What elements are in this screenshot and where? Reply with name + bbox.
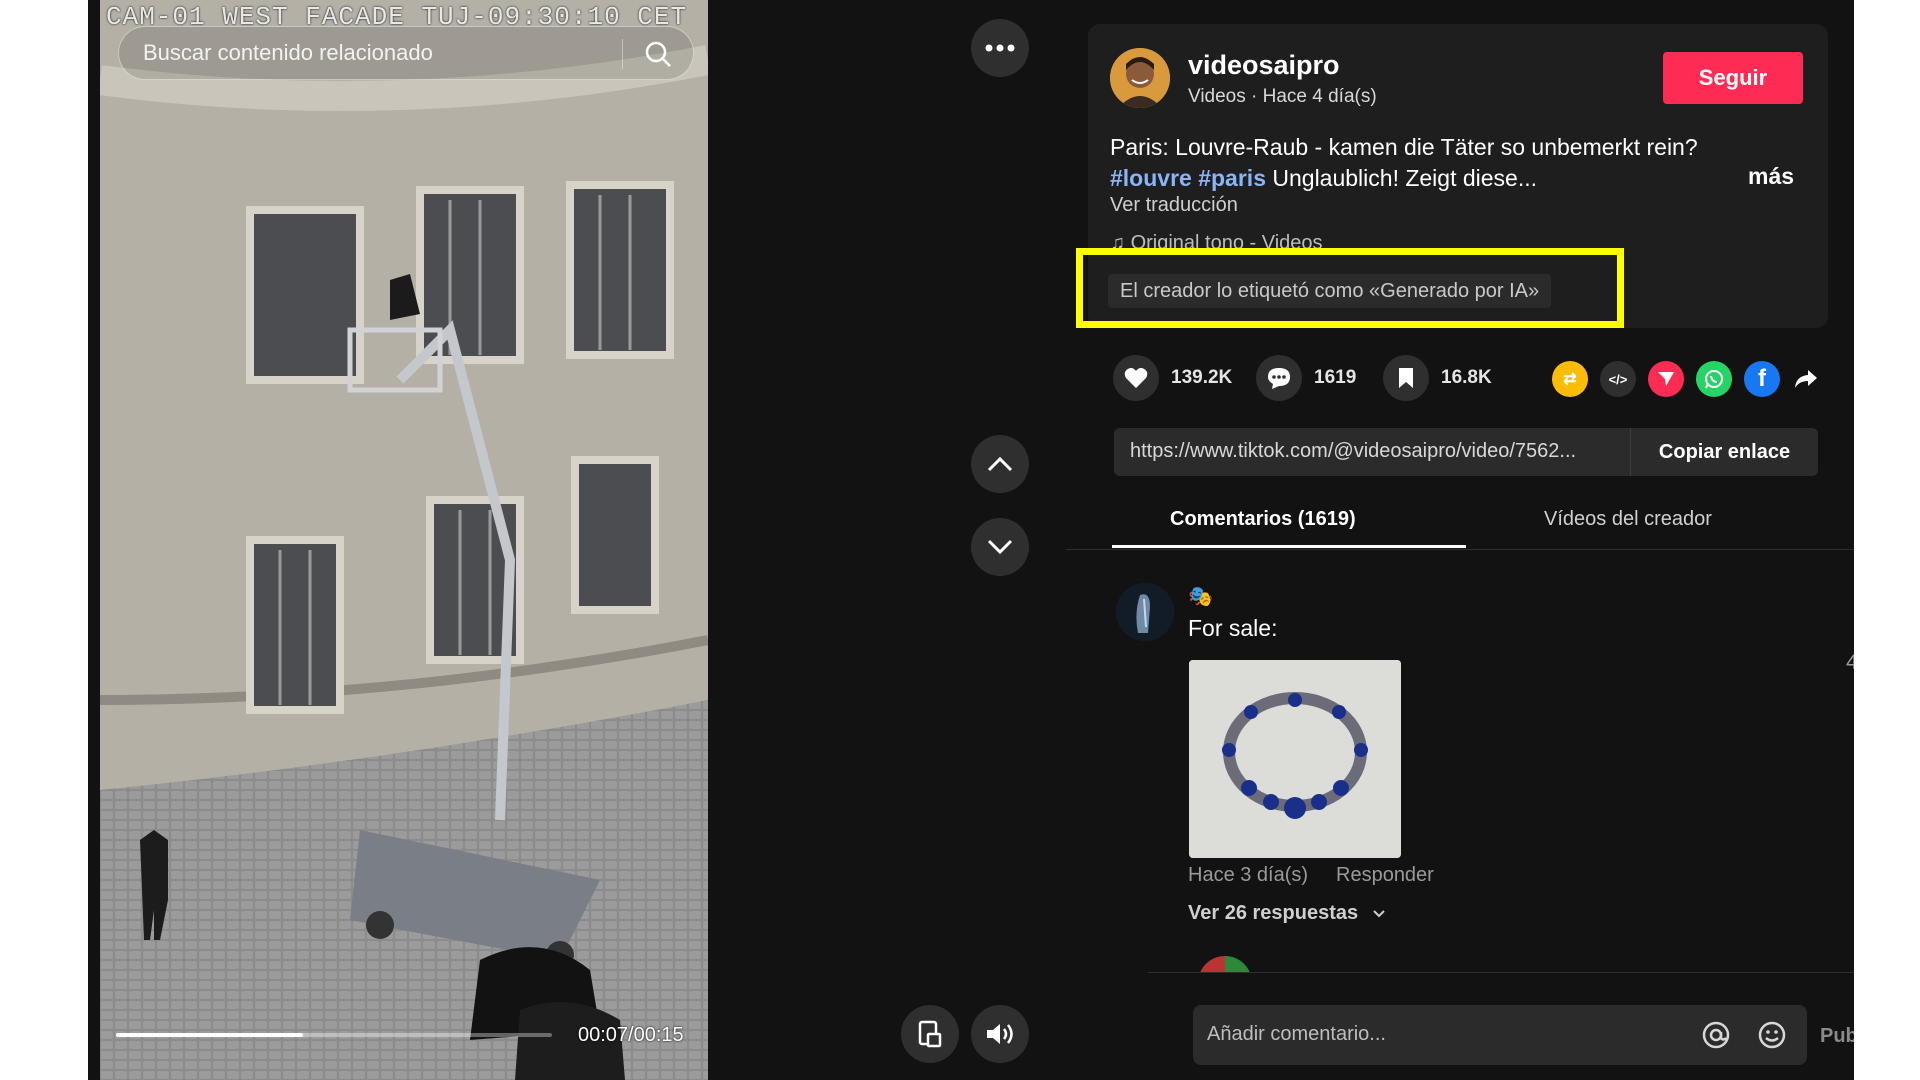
panel-tabs: Comentarios (1619) Vídeos del creador: [1066, 500, 1854, 550]
follow-button[interactable]: Seguir: [1663, 52, 1803, 104]
emoji-icon[interactable]: [1757, 1020, 1787, 1050]
comment-icon[interactable]: [1256, 355, 1302, 401]
description-rest: Unglaublich! Zeigt diese...: [1272, 165, 1538, 191]
comment-input-placeholder: Añadir comentario...: [1207, 1023, 1386, 1045]
comment-composer: Añadir comentario... Publicar: [1148, 972, 1854, 1080]
whatsapp-icon[interactable]: [1696, 361, 1732, 397]
active-tab-indicator: [1112, 545, 1466, 548]
video-player[interactable]: CAM-01 WEST FACADE TUJ-09:30:10 CET Busc…: [100, 0, 708, 1080]
comment-date: Hace 3 día(s): [1188, 864, 1309, 886]
hashtag-louvre[interactable]: #louvre: [1110, 165, 1192, 191]
floating-player-icon: [918, 1020, 942, 1048]
related-search-bar[interactable]: Buscar contenido relacionado: [118, 26, 694, 80]
chevron-down-icon: [987, 539, 1013, 555]
comment-like-count: 4316: [1846, 651, 1854, 674]
chevron-down-icon: [1372, 910, 1385, 918]
tab-creator-videos[interactable]: Vídeos del creador: [1544, 508, 1712, 531]
comment-input[interactable]: Añadir comentario...: [1193, 1005, 1807, 1065]
more-description-link[interactable]: más: [1748, 163, 1794, 190]
creator-avatar[interactable]: [1110, 48, 1170, 108]
repost-icon[interactable]: ⇄: [1552, 361, 1588, 397]
copy-link-button[interactable]: Copiar enlace: [1630, 428, 1818, 476]
creator-avatar-image: [1110, 48, 1170, 108]
tiktok-app: CAM-01 WEST FACADE TUJ-09:30:10 CET Busc…: [88, 0, 1854, 1080]
comment-image[interactable]: [1189, 660, 1401, 858]
like-action[interactable]: 139.2K: [1113, 355, 1232, 401]
next-video-button[interactable]: [971, 518, 1029, 576]
volume-icon: [987, 1024, 1013, 1044]
comment-text: For sale:: [1188, 615, 1278, 641]
share-link-box: https://www.tiktok.com/@videosaipro/vide…: [1114, 428, 1818, 476]
highlight-box: [1076, 248, 1624, 328]
reply-link[interactable]: Responder: [1336, 864, 1434, 887]
creator-name[interactable]: videosaipro: [1188, 50, 1340, 81]
heart-icon[interactable]: [1113, 355, 1159, 401]
mention-icon[interactable]: [1701, 1020, 1731, 1050]
video-frame: [100, 0, 708, 1080]
hashtag-paris[interactable]: #paris: [1198, 165, 1266, 191]
chevron-up-icon: [987, 456, 1013, 472]
facebook-icon[interactable]: f: [1744, 361, 1780, 397]
save-action[interactable]: 16.8K: [1383, 355, 1492, 401]
search-divider: [622, 39, 623, 69]
volume-button[interactable]: [971, 1005, 1029, 1063]
commenter-avatar[interactable]: [1116, 583, 1174, 641]
share-arrow-icon[interactable]: [1788, 361, 1824, 397]
like-count: 139.2K: [1171, 367, 1233, 388]
publish-button[interactable]: Publicar: [1820, 1025, 1854, 1048]
translate-link[interactable]: Ver traducción: [1110, 194, 1238, 217]
embed-icon[interactable]: </>: [1600, 361, 1636, 397]
comment-action[interactable]: 1619: [1256, 355, 1356, 401]
more-dots-icon: [985, 44, 1015, 52]
video-progress-fill: [116, 1033, 304, 1037]
video-progress-bar[interactable]: [116, 1033, 552, 1037]
save-count: 16.8K: [1441, 367, 1492, 388]
bookmark-icon[interactable]: [1383, 355, 1429, 401]
commenter-badge-icon: 🎭: [1188, 586, 1213, 608]
floating-player-button[interactable]: [901, 1005, 959, 1063]
view-replies-link[interactable]: Ver 26 respuestas: [1188, 902, 1386, 925]
view-replies-label: Ver 26 respuestas: [1188, 902, 1359, 924]
video-description: Paris: Louvre-Raub - kamen die Täter so …: [1110, 132, 1710, 194]
related-search-placeholder: Buscar contenido relacionado: [143, 40, 433, 65]
previous-video-button[interactable]: [971, 435, 1029, 493]
creator-meta: Videos · Hace 4 día(s): [1188, 86, 1377, 107]
tab-comments[interactable]: Comentarios (1619): [1170, 508, 1356, 531]
video-url[interactable]: https://www.tiktok.com/@videosaipro/vide…: [1130, 440, 1630, 463]
video-time: 00:07/00:15: [578, 1024, 684, 1046]
search-icon[interactable]: [643, 39, 673, 69]
send-icon[interactable]: [1648, 361, 1684, 397]
comment-count: 1619: [1314, 367, 1357, 388]
description-text: Paris: Louvre-Raub - kamen die Täter so …: [1110, 134, 1698, 160]
more-options-button[interactable]: [971, 19, 1029, 77]
